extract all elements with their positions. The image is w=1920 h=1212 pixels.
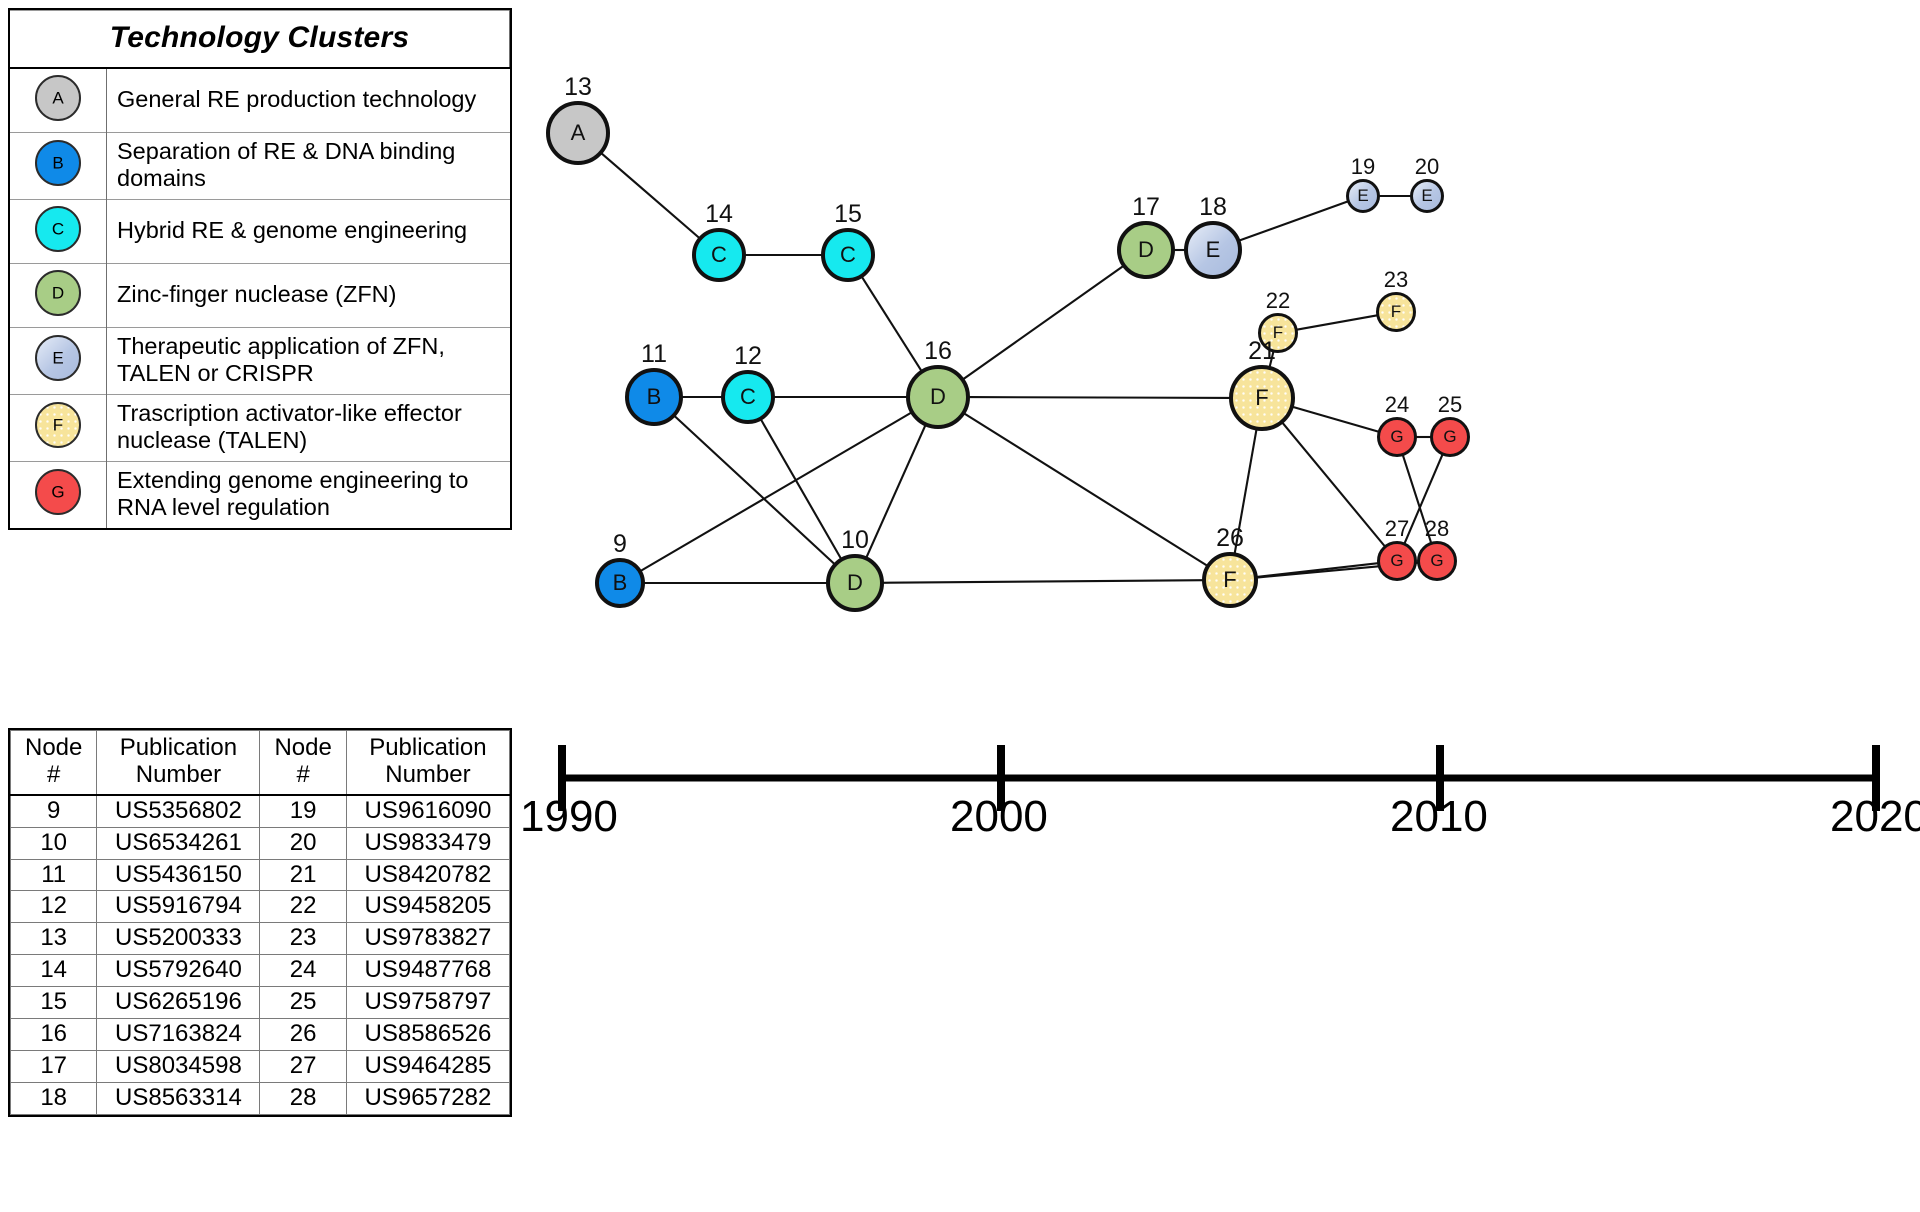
node-cluster-letter-24: G <box>1390 427 1404 446</box>
graph-node-18[interactable]: 18 E <box>1184 193 1242 279</box>
year-label-2020: 2020 <box>1830 792 1920 841</box>
node-cluster-letter-18: E <box>1205 237 1221 262</box>
graph-node-23[interactable]: 23 F <box>1376 267 1416 332</box>
graph-node-11[interactable]: 11 B <box>625 340 683 426</box>
node-number-26: 26 <box>1216 524 1244 552</box>
node-number-11: 11 <box>641 340 667 368</box>
node-cluster-letter-27: G <box>1390 551 1404 570</box>
node-cluster-letter-13: A <box>570 120 586 145</box>
graph-node-24[interactable]: 24 G <box>1377 392 1417 457</box>
node-cluster-letter-26: F <box>1223 567 1237 592</box>
graph-node-16[interactable]: 16 D <box>906 337 970 429</box>
node-number-10: 10 <box>841 526 869 554</box>
node-number-28: 28 <box>1424 516 1450 541</box>
node-number-17: 17 <box>1132 193 1160 221</box>
node-cluster-letter-11: B <box>646 384 662 409</box>
node-number-13: 13 <box>564 73 592 101</box>
node-number-27: 27 <box>1384 516 1410 541</box>
node-cluster-letter-9: B <box>612 570 628 595</box>
graph-node-25[interactable]: 25 G <box>1430 392 1470 457</box>
graph-node-13[interactable]: 13 A <box>546 73 610 165</box>
node-cluster-letter-15: C <box>840 242 856 267</box>
graph-node-27[interactable]: 27 G <box>1377 516 1417 581</box>
graph-node-17[interactable]: 17 D <box>1117 193 1175 279</box>
graph-node-20[interactable]: 20 E <box>1410 154 1444 213</box>
graph-node-28[interactable]: 28 G <box>1417 516 1457 581</box>
graph-node-19[interactable]: 19 E <box>1346 154 1380 213</box>
node-cluster-letter-19: E <box>1357 186 1369 205</box>
cluster-letter-F: F <box>52 415 64 435</box>
node-cluster-letter-28: G <box>1430 551 1444 570</box>
year-label-1990: 1990 <box>520 792 618 841</box>
graph-node-15[interactable]: 15 C <box>821 200 875 282</box>
node-number-24: 24 <box>1384 392 1410 417</box>
year-label-2010: 2010 <box>1390 792 1488 841</box>
graph-node-26[interactable]: 26 F <box>1202 524 1258 608</box>
node-cluster-letter-10: D <box>847 570 863 595</box>
node-cluster-letter-16: D <box>930 384 946 409</box>
node-number-16: 16 <box>924 337 952 365</box>
node-cluster-letter-14: C <box>711 242 727 267</box>
node-number-19: 19 <box>1350 154 1376 179</box>
node-number-9: 9 <box>613 530 627 558</box>
node-number-12: 12 <box>734 342 762 370</box>
node-number-20: 20 <box>1414 154 1440 179</box>
node-number-14: 14 <box>705 200 733 228</box>
graph-node-9[interactable]: 9B <box>595 530 645 608</box>
node-number-15: 15 <box>834 200 862 228</box>
graph-node-21[interactable]: 21 F <box>1229 337 1295 431</box>
node-number-21: 21 <box>1248 337 1276 365</box>
graph-node-12[interactable]: 12 C <box>721 342 775 424</box>
node-number-18: 18 <box>1199 193 1227 221</box>
node-cluster-letter-21: F <box>1255 385 1269 410</box>
year-label-2000: 2000 <box>950 792 1048 841</box>
timeline-axis <box>558 745 1880 811</box>
node-number-22: 22 <box>1265 288 1291 313</box>
graph-node-14[interactable]: 14 C <box>692 200 746 282</box>
node-cluster-letter-25: G <box>1443 427 1457 446</box>
node-cluster-letter-17: D <box>1138 237 1154 262</box>
node-number-25: 25 <box>1437 392 1463 417</box>
node-cluster-letter-12: C <box>740 384 756 409</box>
graph-node-10[interactable]: 10 D <box>826 526 884 612</box>
node-cluster-letter-23: F <box>1390 302 1402 321</box>
node-cluster-letter-20: E <box>1421 186 1433 205</box>
node-number-23: 23 <box>1383 267 1409 292</box>
